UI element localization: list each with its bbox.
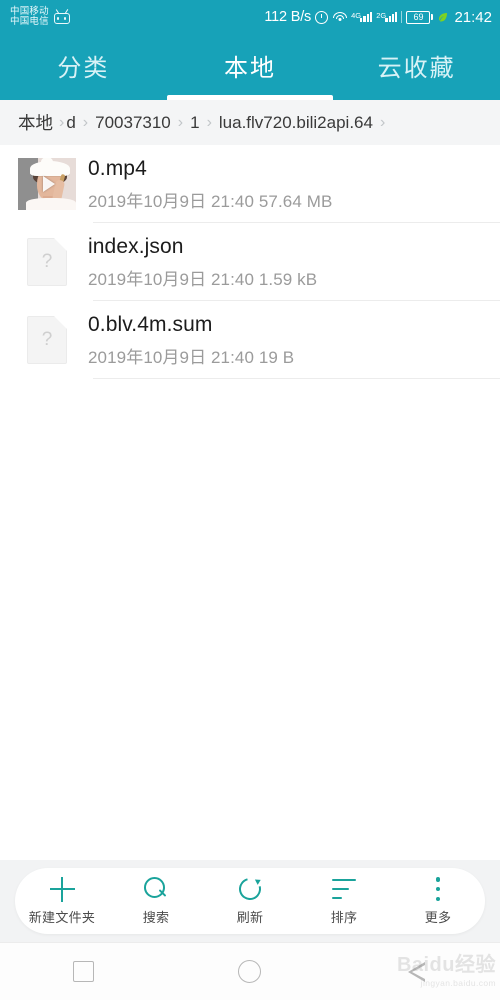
file-icon-wrapper: ? <box>18 238 76 286</box>
sim2-signal-icon: 2G <box>376 11 398 22</box>
file-icon-wrapper <box>18 158 76 210</box>
table-row[interactable]: 0.mp4 2019年10月9日 21:40 57.64 MB <box>0 145 500 223</box>
table-row[interactable]: ? 0.blv.4m.sum 2019年10月9日 21:40 19 B <box>0 301 500 379</box>
android-nav-bar <box>0 942 500 1000</box>
breadcrumb: 本地 › d › 70037310 › 1 › lua.flv720.bili2… <box>0 100 500 145</box>
chevron-right-icon: › <box>59 113 65 131</box>
plus-icon <box>49 876 75 902</box>
sim1-generation-label: 4G <box>351 11 362 20</box>
battery-level-label: 69 <box>413 11 424 22</box>
file-name: index.json <box>88 234 184 258</box>
carrier-names: 中国移动 中国电信 <box>10 6 49 28</box>
carrier-line-2: 中国电信 <box>10 16 49 27</box>
play-icon <box>43 176 55 192</box>
more-label: 更多 <box>424 909 452 925</box>
chevron-right-icon: › <box>206 113 212 131</box>
file-icon-wrapper: ? <box>18 316 76 364</box>
chevron-right-icon: › <box>82 113 89 131</box>
search-icon <box>144 877 168 901</box>
refresh-icon <box>238 877 262 901</box>
breadcrumb-item-current[interactable]: lua.flv720.bili2api.64 <box>219 113 373 133</box>
file-meta: index.json 2019年10月9日 21:40 1.59 kB <box>76 234 500 290</box>
recents-button[interactable] <box>48 943 118 1001</box>
search-label: 搜索 <box>142 909 170 925</box>
unknown-file-icon: ? <box>27 238 67 286</box>
new-folder-button[interactable]: 新建文件夹 <box>17 876 107 926</box>
chevron-right-icon: › <box>177 113 184 131</box>
carrier-block: 中国移动 中国电信 <box>10 6 70 28</box>
active-tab-indicator <box>167 95 333 100</box>
file-name: 0.mp4 <box>88 156 147 180</box>
file-meta: 0.mp4 2019年10月9日 21:40 57.64 MB <box>76 156 500 212</box>
file-meta: 0.blv.4m.sum 2019年10月9日 21:40 19 B <box>76 312 500 368</box>
breadcrumb-item-70037310[interactable]: 70037310 <box>95 113 171 133</box>
more-icon <box>435 877 441 901</box>
bottom-toolbar: 新建文件夹 搜索 刷新 排序 更多 <box>0 860 500 942</box>
file-name: 0.blv.4m.sum <box>88 312 213 336</box>
breadcrumb-item-d[interactable]: d <box>66 113 75 133</box>
home-button[interactable] <box>215 943 285 1001</box>
row-divider <box>93 378 500 379</box>
square-recents-icon <box>72 961 94 982</box>
alarm-clock-icon <box>315 10 329 24</box>
sim2-generation-label: 2G <box>376 11 387 20</box>
sim1-signal-icon: 4G <box>351 11 373 22</box>
leaf-icon <box>439 13 448 22</box>
triangle-back-icon <box>407 961 426 983</box>
breadcrumb-item-root[interactable]: 本地 <box>18 110 53 135</box>
tab-bar: 分类 本地 云收藏 <box>0 34 500 100</box>
tab-cloud-favorites[interactable]: 云收藏 <box>333 34 500 100</box>
breadcrumb-item-1[interactable]: 1 <box>190 113 199 133</box>
network-speed: 112 B/s <box>264 9 312 25</box>
bilibili-tv-icon <box>53 9 70 24</box>
file-list: 0.mp4 2019年10月9日 21:40 57.64 MB ? index.… <box>0 145 500 379</box>
unknown-file-icon: ? <box>27 316 67 364</box>
file-subtitle: 2019年10月9日 21:40 57.64 MB <box>88 192 333 212</box>
back-button[interactable] <box>382 943 452 1001</box>
video-thumbnail <box>18 158 76 210</box>
wifi-icon <box>332 11 347 23</box>
status-clock: 21:42 <box>454 8 492 26</box>
refresh-button[interactable]: 刷新 <box>205 877 295 926</box>
refresh-label: 刷新 <box>236 909 264 925</box>
more-button[interactable]: 更多 <box>393 877 483 926</box>
file-subtitle: 2019年10月9日 21:40 19 B <box>88 348 295 368</box>
tab-local[interactable]: 本地 <box>167 34 334 100</box>
chevron-right-icon: › <box>379 113 386 131</box>
sort-button[interactable]: 排序 <box>299 877 389 926</box>
sort-icon <box>332 879 356 899</box>
sort-label: 排序 <box>330 909 358 925</box>
table-row[interactable]: ? index.json 2019年10月9日 21:40 1.59 kB <box>0 223 500 301</box>
circle-home-icon <box>238 960 262 983</box>
status-bar: 中国移动 中国电信 112 B/s 4G 2G 69 21:42 <box>0 0 500 34</box>
tab-category[interactable]: 分类 <box>0 34 167 100</box>
file-subtitle: 2019年10月9日 21:40 1.59 kB <box>88 270 318 290</box>
toolbar-pill: 新建文件夹 搜索 刷新 排序 更多 <box>15 868 485 934</box>
battery-icon: 69 <box>406 10 434 24</box>
search-button[interactable]: 搜索 <box>111 877 201 926</box>
new-folder-label: 新建文件夹 <box>28 909 96 925</box>
status-divider <box>401 11 403 23</box>
status-icons: 112 B/s 4G 2G 69 21:42 <box>264 9 492 26</box>
